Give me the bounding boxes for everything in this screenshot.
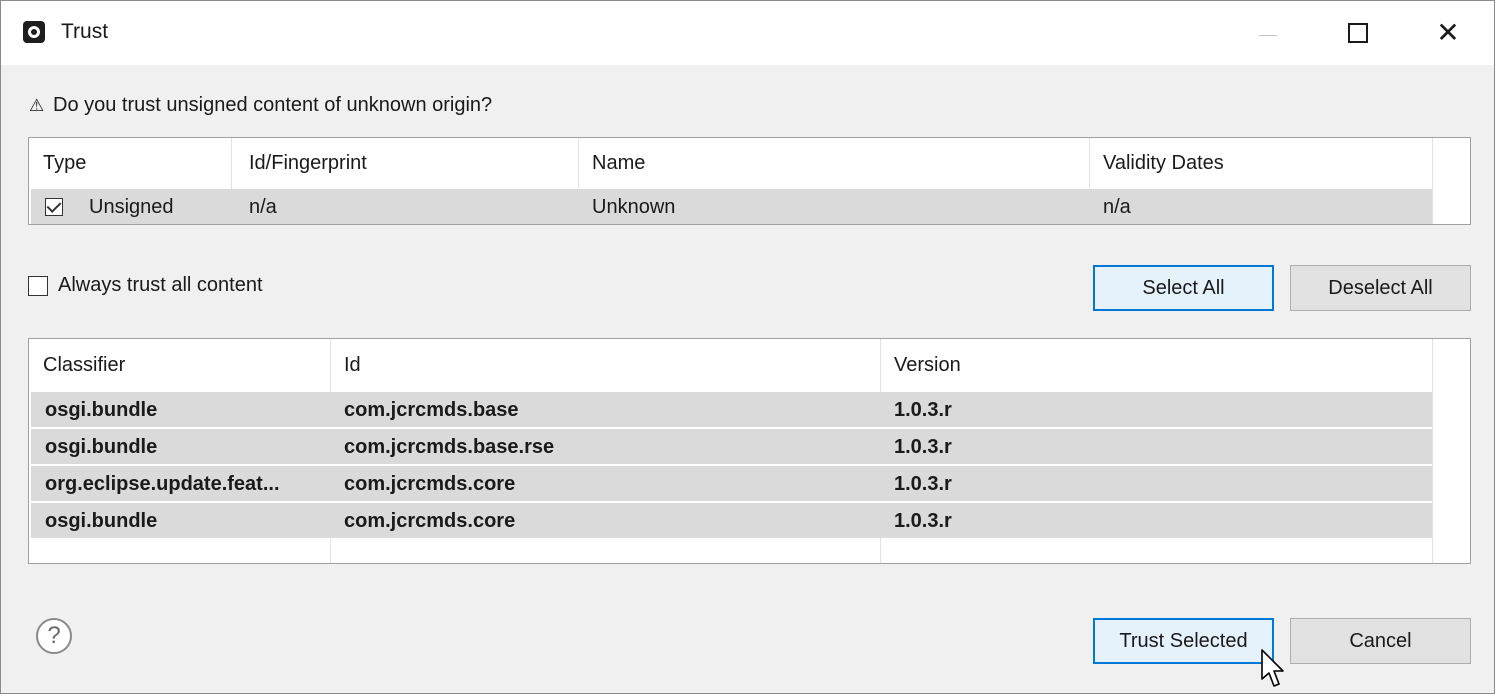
column-header-version[interactable]: Version bbox=[880, 354, 1420, 377]
bundle-id: com.jcrcmds.core bbox=[344, 510, 516, 532]
bundle-version: 1.0.3.r bbox=[894, 436, 952, 458]
close-icon: ✕ bbox=[1436, 17, 1460, 48]
cancel-button[interactable]: Cancel bbox=[1290, 618, 1471, 664]
bundle-version: 1.0.3.r bbox=[894, 473, 952, 495]
bundle-id: com.jcrcmds.base bbox=[344, 399, 519, 421]
always-trust-label: Always trust all content bbox=[58, 274, 263, 296]
help-icon[interactable]: ? bbox=[36, 618, 72, 654]
eclipse-icon bbox=[23, 21, 45, 43]
column-header-id-fingerprint[interactable]: Id/Fingerprint bbox=[235, 152, 575, 175]
mouse-pointer-icon bbox=[1261, 649, 1284, 687]
bundle-version: 1.0.3.r bbox=[894, 510, 952, 532]
bundle-classifier: osgi.bundle bbox=[45, 510, 158, 532]
column-header-validity-dates[interactable]: Validity Dates bbox=[1089, 152, 1429, 175]
column-header-id[interactable]: Id bbox=[330, 354, 870, 377]
certificate-table-header: Type Id/Fingerprint Name Validity Dates bbox=[29, 138, 1470, 188]
bundle-classifier: osgi.bundle bbox=[45, 399, 158, 421]
bundle-table: Classifier Id Version osgi.bundle com.jc… bbox=[28, 338, 1471, 564]
bundle-row[interactable]: org.eclipse.update.feat... com.jcrcmds.c… bbox=[31, 466, 1432, 501]
column-divider bbox=[1432, 339, 1433, 563]
cert-validity: n/a bbox=[1103, 196, 1131, 218]
certificate-row-checkbox[interactable] bbox=[45, 198, 63, 216]
bundle-table-header: Classifier Id Version bbox=[29, 339, 1470, 389]
column-header-type[interactable]: Type bbox=[29, 152, 229, 175]
question-text: Do you trust unsigned content of unknown… bbox=[53, 94, 493, 116]
cert-id: n/a bbox=[249, 196, 277, 218]
always-trust-checkbox[interactable] bbox=[28, 276, 48, 296]
certificate-table: Type Id/Fingerprint Name Validity Dates … bbox=[28, 137, 1471, 225]
cert-name: Unknown bbox=[592, 196, 676, 218]
trust-selected-button[interactable]: Trust Selected bbox=[1093, 618, 1274, 664]
maximize-button[interactable] bbox=[1313, 1, 1403, 65]
close-button[interactable]: ✕ bbox=[1403, 1, 1493, 65]
bundle-version: 1.0.3.r bbox=[894, 399, 952, 421]
bundle-row[interactable]: osgi.bundle com.jcrcmds.base 1.0.3.r bbox=[31, 392, 1432, 427]
trust-question: ⚠ Do you trust unsigned content of unknow… bbox=[29, 94, 492, 117]
select-all-button[interactable]: Select All bbox=[1093, 265, 1274, 311]
certificate-row[interactable]: Unsigned n/a Unknown n/a bbox=[31, 189, 1432, 224]
column-divider bbox=[1432, 138, 1433, 224]
bundle-id: com.jcrcmds.base.rse bbox=[344, 436, 555, 458]
column-header-name[interactable]: Name bbox=[578, 152, 1078, 175]
bundle-classifier: org.eclipse.update.feat... bbox=[45, 473, 280, 495]
column-header-classifier[interactable]: Classifier bbox=[29, 354, 329, 377]
title-bar[interactable]: Trust ✕ bbox=[1, 1, 1494, 65]
bundle-row[interactable]: osgi.bundle com.jcrcmds.base.rse 1.0.3.r bbox=[31, 429, 1432, 464]
deselect-all-button[interactable]: Deselect All bbox=[1290, 265, 1471, 311]
cert-type: Unsigned bbox=[89, 196, 174, 218]
warning-icon: ⚠ bbox=[29, 96, 45, 115]
bundle-classifier: osgi.bundle bbox=[45, 436, 158, 458]
bundle-row[interactable]: osgi.bundle com.jcrcmds.core 1.0.3.r bbox=[31, 503, 1432, 538]
window-title: Trust bbox=[61, 20, 109, 43]
trust-dialog: Trust ✕ ⚠ Do you trust unsigned content o… bbox=[0, 0, 1495, 694]
minimize-button[interactable] bbox=[1223, 1, 1313, 65]
bundle-id: com.jcrcmds.core bbox=[344, 473, 516, 495]
